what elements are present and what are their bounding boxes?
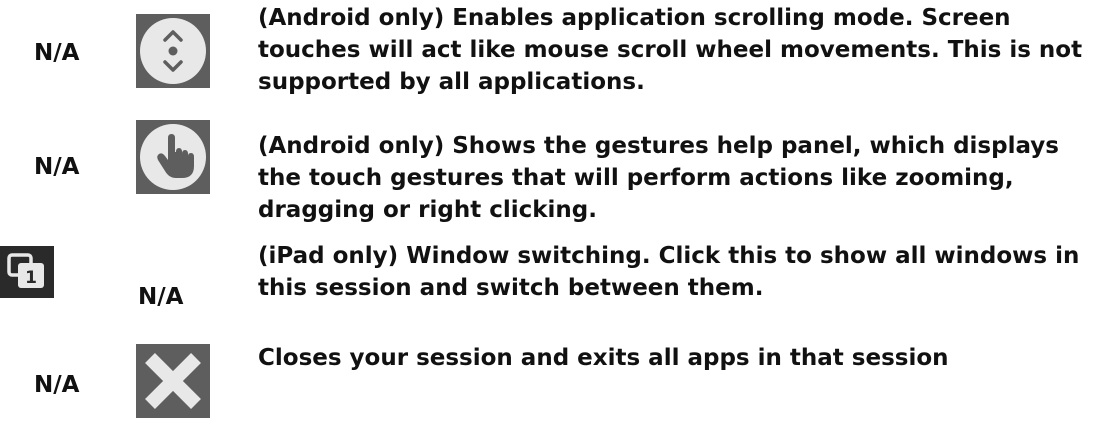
gestures-help-description: (Android only) Shows the gestures help p… <box>258 133 1059 223</box>
window-switch-icon: 1 <box>0 246 54 302</box>
close-session-description: Closes your session and exits all apps i… <box>258 345 949 371</box>
feature-row-window-switching: 1 N/A (iPad only) Window switching. Clic… <box>0 240 1120 340</box>
window-switching-description: (iPad only) Window switching. Click this… <box>258 243 1080 301</box>
feature-row-close-session: N/A Closes your session and exits all ap… <box>0 340 1120 421</box>
scroll-mode-icon <box>136 14 210 92</box>
close-session-icon <box>136 344 210 422</box>
feature-row-gestures-help: N/A (Android only) Shows the gestures he… <box>0 110 1120 223</box>
scroll-mode-description: (Android only) Enables application scrol… <box>258 5 1083 95</box>
na-label: N/A <box>34 154 80 180</box>
feature-row-scroll-mode: N/A (Android only) Enables application s… <box>0 0 1120 110</box>
na-label: N/A <box>138 284 184 310</box>
window-count-badge: 1 <box>25 268 37 288</box>
gestures-help-icon <box>136 120 210 198</box>
na-label: N/A <box>34 372 80 398</box>
na-label: N/A <box>34 40 80 66</box>
